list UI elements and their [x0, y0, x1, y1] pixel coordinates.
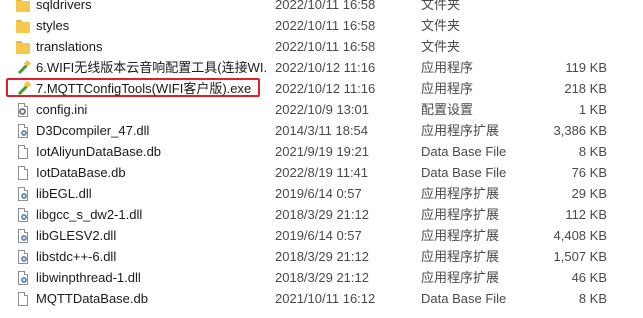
- file-date: 2022/8/19 11:41: [275, 165, 369, 180]
- file-size: 29 KB: [571, 186, 607, 201]
- folder-icon: [15, 39, 31, 55]
- dll-file-icon: [15, 228, 31, 244]
- file-name: IotAliyunDataBase.db: [36, 144, 162, 159]
- file-icon: [15, 144, 31, 160]
- dll-file-icon: [15, 249, 31, 265]
- file-date: 2019/6/14 0:57: [275, 228, 362, 243]
- file-date: 2018/3/29 21:12: [275, 207, 369, 222]
- file-type: 应用程序扩展: [421, 270, 500, 285]
- file-icon: [15, 291, 31, 307]
- file-type: 应用程序: [421, 81, 474, 96]
- file-row-config-ini[interactable]: config.ini 2022/10/9 13:01 配置设置 1 KB: [0, 99, 643, 120]
- file-name: libGLESV2.dll: [36, 228, 117, 243]
- dll-file-icon: [15, 207, 31, 223]
- file-name: IotDataBase.db: [36, 165, 126, 180]
- file-list: sqldrivers 2022/10/11 16:58 文件夹 styles 2…: [0, 0, 643, 309]
- file-row-libglesv2[interactable]: libGLESV2.dll 2019/6/14 0:57 应用程序扩展 4,40…: [0, 225, 643, 246]
- folder-icon: [15, 18, 31, 34]
- file-name: sqldrivers: [36, 0, 92, 12]
- file-size: 8 KB: [578, 144, 607, 159]
- file-name: config.ini: [36, 102, 88, 117]
- file-row-libstdc[interactable]: libstdc++-6.dll 2018/3/29 21:12 应用程序扩展 1…: [0, 246, 643, 267]
- application-icon: [15, 80, 32, 97]
- file-name: translations: [36, 39, 103, 54]
- file-row-sqldrivers[interactable]: sqldrivers 2022/10/11 16:58 文件夹: [0, 0, 643, 15]
- dll-file-icon: [15, 186, 31, 202]
- file-type: 文件夹: [421, 18, 461, 33]
- file-date: 2022/10/12 11:16: [275, 81, 376, 96]
- file-name: libgcc_s_dw2-1.dll: [36, 207, 143, 222]
- file-name: 7.MQTTConfigTools(WIFI客户版).exe: [36, 81, 252, 96]
- file-name: MQTTDataBase.db: [36, 291, 148, 306]
- file-size: 119 KB: [565, 60, 607, 75]
- file-date: 2018/3/29 21:12: [275, 270, 369, 285]
- file-type: Data Base File: [421, 165, 507, 180]
- file-size: 112 KB: [565, 207, 607, 222]
- file-date: 2022/10/12 11:16: [275, 60, 376, 75]
- file-row-mqttdatabase[interactable]: MQTTDataBase.db 2021/10/11 16:12 Data Ba…: [0, 288, 643, 309]
- file-type: 文件夹: [421, 39, 461, 54]
- file-row-mqtt-config-tools[interactable]: 7.MQTTConfigTools(WIFI客户版).exe 2022/10/1…: [0, 78, 643, 99]
- file-name: 6.WIFI无线版本云音响配置工具(连接WI...: [36, 60, 266, 75]
- file-size: 1 KB: [578, 102, 607, 117]
- file-row-libwinpthread[interactable]: libwinpthread-1.dll 2018/3/29 21:12 应用程序…: [0, 267, 643, 288]
- file-type: 应用程序扩展: [421, 207, 500, 222]
- application-icon: [15, 59, 32, 76]
- file-type: 应用程序扩展: [421, 123, 500, 138]
- file-row-d3dcompiler[interactable]: D3Dcompiler_47.dll 2014/3/11 18:54 应用程序扩…: [0, 120, 643, 141]
- file-size: 3,386 KB: [553, 123, 608, 138]
- file-size: 46 KB: [571, 270, 607, 285]
- file-row-libgcc[interactable]: libgcc_s_dw2-1.dll 2018/3/29 21:12 应用程序扩…: [0, 204, 643, 225]
- file-icon: [15, 165, 31, 181]
- file-name: D3Dcompiler_47.dll: [36, 123, 150, 138]
- file-type: 应用程序扩展: [421, 249, 500, 264]
- file-date: 2022/10/11 16:58: [275, 39, 376, 54]
- file-row-iotdatabase[interactable]: IotDataBase.db 2022/8/19 11:41 Data Base…: [0, 162, 643, 183]
- file-date: 2018/3/29 21:12: [275, 249, 369, 264]
- file-type: Data Base File: [421, 291, 507, 306]
- config-file-icon: [15, 102, 31, 118]
- file-name: libwinpthread-1.dll: [36, 270, 141, 285]
- file-date: 2021/10/11 16:12: [275, 291, 376, 306]
- file-date: 2022/10/9 13:01: [275, 102, 369, 117]
- file-name: libstdc++-6.dll: [36, 249, 117, 264]
- file-date: 2021/9/19 19:21: [275, 144, 369, 159]
- file-type: 应用程序: [421, 60, 474, 75]
- file-date: 2022/10/11 16:58: [275, 0, 376, 12]
- file-type: 应用程序扩展: [421, 186, 500, 201]
- file-name: styles: [36, 18, 70, 33]
- file-size: 8 KB: [578, 291, 607, 306]
- file-size: 4,408 KB: [553, 228, 608, 243]
- dll-file-icon: [15, 123, 31, 139]
- file-type: 应用程序扩展: [421, 228, 500, 243]
- file-row-iotaliyundatabase[interactable]: IotAliyunDataBase.db 2021/9/19 19:21 Dat…: [0, 141, 643, 162]
- folder-icon: [15, 0, 31, 13]
- file-row-libegl[interactable]: libEGL.dll 2019/6/14 0:57 应用程序扩展 29 KB: [0, 183, 643, 204]
- file-size: 218 KB: [564, 81, 607, 96]
- file-type: 文件夹: [421, 0, 461, 12]
- file-row-wifi-config-tool[interactable]: 6.WIFI无线版本云音响配置工具(连接WI... 2022/10/12 11:…: [0, 57, 643, 78]
- file-name: libEGL.dll: [36, 186, 92, 201]
- file-date: 2022/10/11 16:58: [275, 18, 376, 33]
- dll-file-icon: [15, 270, 31, 286]
- file-date: 2019/6/14 0:57: [275, 186, 362, 201]
- file-row-styles[interactable]: styles 2022/10/11 16:58 文件夹: [0, 15, 643, 36]
- file-size: 1,507 KB: [553, 249, 608, 264]
- file-row-translations[interactable]: translations 2022/10/11 16:58 文件夹: [0, 36, 643, 57]
- file-size: 76 KB: [571, 165, 607, 180]
- file-type: Data Base File: [421, 144, 507, 159]
- file-type: 配置设置: [421, 102, 474, 117]
- file-date: 2014/3/11 18:54: [275, 123, 369, 138]
